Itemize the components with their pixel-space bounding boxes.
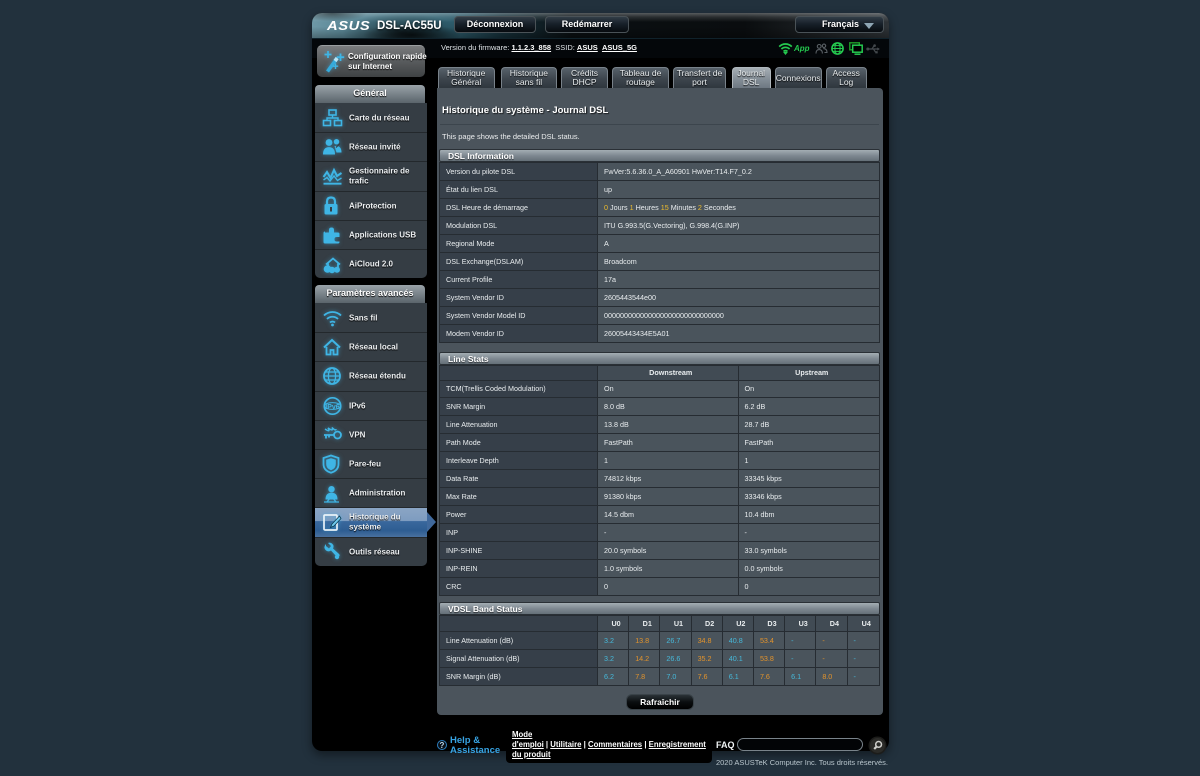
svg-text:IPv6: IPv6	[325, 404, 340, 411]
